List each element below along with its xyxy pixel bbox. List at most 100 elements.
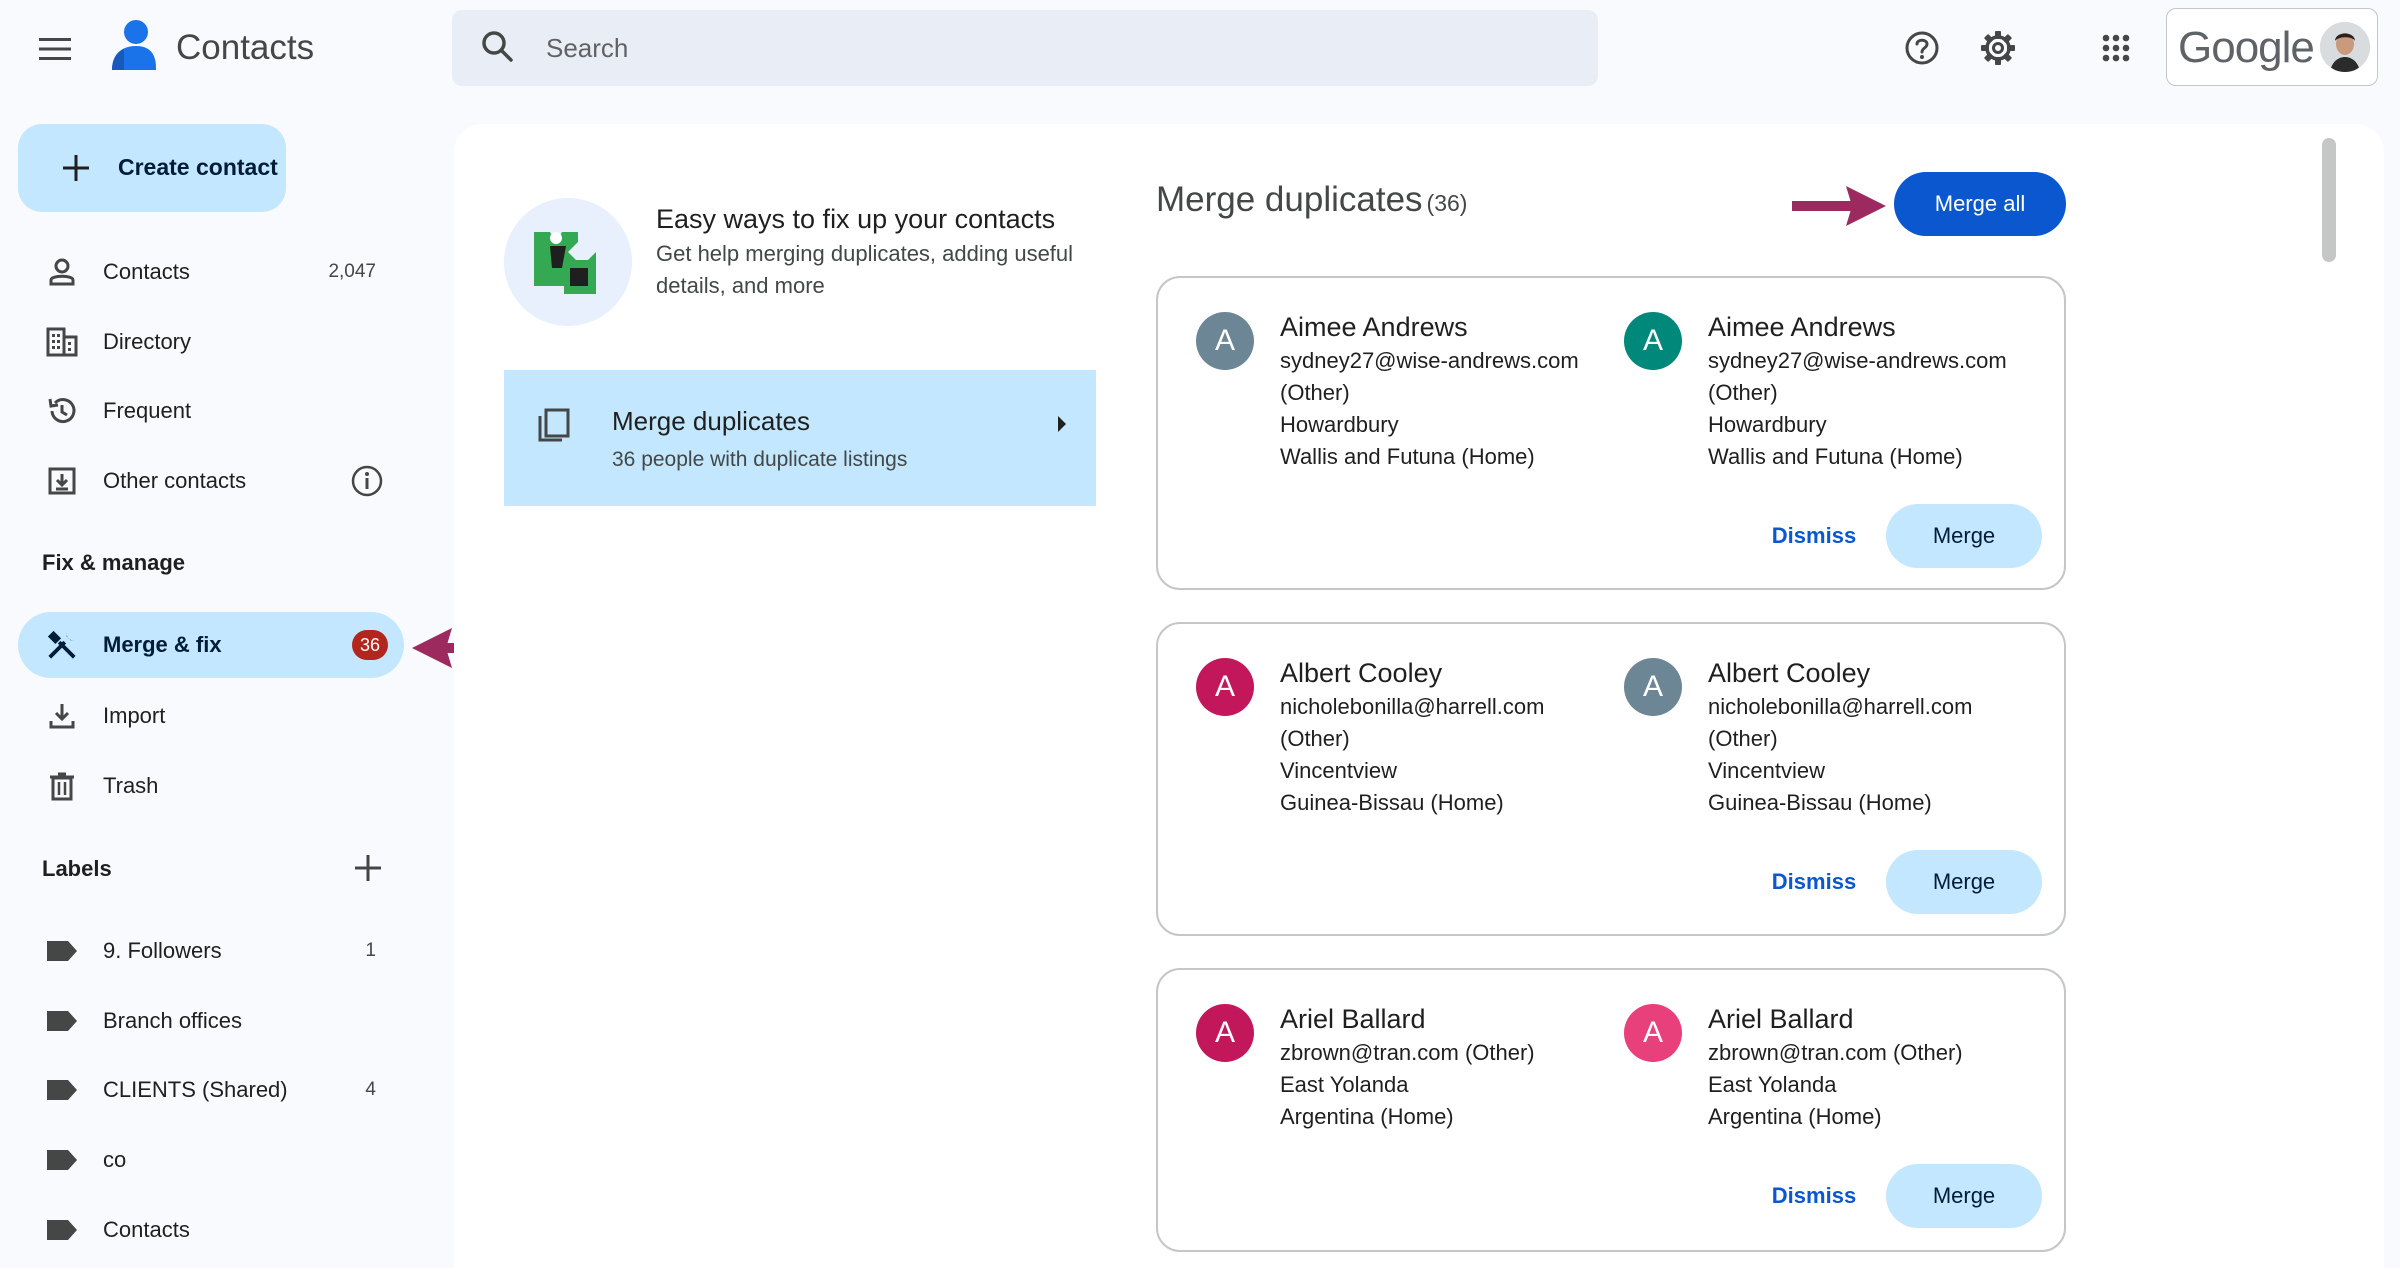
contact-detail: sydney27@wise-andrews.com xyxy=(1708,348,2007,373)
sidebar-item-label: Import xyxy=(103,703,166,728)
app-title: Contacts xyxy=(176,28,315,67)
sidebar-item-label: Merge & fix xyxy=(103,632,222,657)
sidebar-item-label: Directory xyxy=(103,329,192,354)
settings-icon[interactable] xyxy=(1976,26,2020,70)
scrollbar-thumb[interactable] xyxy=(2322,138,2336,262)
menu-icon[interactable] xyxy=(30,24,80,74)
contact-detail: Guinea-Bissau (Home) xyxy=(1280,790,1504,815)
download-box-icon xyxy=(46,465,78,497)
label-item-followers[interactable]: 9. Followers 1 xyxy=(18,918,404,984)
sidebar-item-directory[interactable]: Directory xyxy=(18,309,404,375)
label-name: Contacts xyxy=(103,1217,190,1242)
help-icon[interactable] xyxy=(1900,26,1944,70)
contact-detail: Vincentview xyxy=(1280,758,1397,783)
label-name: CLIENTS (Shared) xyxy=(103,1077,288,1102)
merge-count-badge: 36 xyxy=(352,630,388,660)
label-item-contacts[interactable]: Contacts xyxy=(18,1197,404,1263)
contact-detail: Argentina (Home) xyxy=(1280,1104,1454,1129)
contact-name: Albert Cooley xyxy=(1280,658,1443,688)
contact-detail: East Yolanda xyxy=(1708,1072,1837,1097)
contact-detail: sydney27@wise-andrews.com xyxy=(1280,348,1579,373)
info-icon[interactable] xyxy=(350,464,384,498)
create-contact-label: Create contact xyxy=(118,154,278,180)
contact-detail: Guinea-Bissau (Home) xyxy=(1708,790,1932,815)
create-contact-button[interactable]: Create contact xyxy=(18,124,286,212)
sidebar-item-trash[interactable]: Trash xyxy=(18,753,404,819)
contact-name: Ariel Ballard xyxy=(1708,1004,1854,1034)
label-count: 4 xyxy=(365,1079,376,1100)
sidebar-item-other-contacts[interactable]: Other contacts xyxy=(18,448,404,514)
contacts-logo-icon xyxy=(106,18,160,76)
contact-name: Albert Cooley xyxy=(1708,658,1871,688)
promo-description: Get help merging duplicates, adding usef… xyxy=(656,241,1074,298)
top-app-bar: Contacts Google xyxy=(0,0,2400,96)
scrollbar-track[interactable] xyxy=(2318,130,2338,1268)
contact-detail: Howardbury xyxy=(1708,412,1827,437)
merge-duplicates-card-subtitle: 36 people with duplicate listings xyxy=(612,448,908,471)
contacts-count: 2,047 xyxy=(328,261,376,282)
contact-detail: (Other) xyxy=(1708,380,1778,405)
contact-avatar: A xyxy=(1624,312,1682,370)
contact-name: Aimee Andrews xyxy=(1280,312,1468,342)
dismiss-button[interactable]: Dismiss xyxy=(1752,504,1876,568)
contact-name: Aimee Andrews xyxy=(1708,312,1896,342)
contact-detail: zbrown@tran.com (Other) xyxy=(1280,1040,1535,1065)
chevron-right-icon xyxy=(1050,412,1074,436)
contact-detail: Wallis and Futuna (Home) xyxy=(1280,444,1535,469)
sidebar-item-merge-fix[interactable]: Merge & fix xyxy=(18,612,404,678)
labels-heading: Labels xyxy=(42,856,112,881)
contact-detail: zbrown@tran.com (Other) xyxy=(1708,1040,1963,1065)
label-icon xyxy=(46,1074,78,1106)
contact-avatar: A xyxy=(1196,658,1254,716)
contact-detail: (Other) xyxy=(1708,726,1778,751)
sidebar-item-frequent[interactable]: Frequent xyxy=(18,378,404,444)
label-count: 1 xyxy=(365,940,376,961)
merge-button[interactable]: Merge xyxy=(1886,504,2042,568)
label-name: Branch offices xyxy=(103,1008,243,1033)
contact-detail: nicholebonilla@harrell.com xyxy=(1708,694,1973,719)
sidebar-item-label: Frequent xyxy=(103,398,192,423)
label-icon xyxy=(46,935,78,967)
label-item-branch-offices[interactable]: Branch offices xyxy=(18,988,404,1054)
label-icon xyxy=(46,1144,78,1176)
dismiss-button[interactable]: Dismiss xyxy=(1752,850,1876,914)
merge-duplicates-title: Merge duplicates xyxy=(1156,180,1423,219)
contact-detail: Wallis and Futuna (Home) xyxy=(1708,444,1963,469)
merge-duplicates-card[interactable]: Merge duplicates 36 people with duplicat… xyxy=(504,370,1096,506)
label-icon xyxy=(46,1005,78,1037)
contact-detail: Howardbury xyxy=(1280,412,1399,437)
label-item-clients-shared[interactable]: CLIENTS (Shared) 4 xyxy=(18,1057,404,1123)
contact-avatar: A xyxy=(1196,1004,1254,1062)
merge-duplicates-card-title: Merge duplicates xyxy=(612,406,810,436)
history-icon xyxy=(46,395,78,427)
trash-icon xyxy=(46,770,78,802)
promo-title: Easy ways to fix up your contacts xyxy=(656,204,1056,234)
search-input[interactable] xyxy=(546,26,1546,70)
sidebar-item-label: Other contacts xyxy=(103,468,247,493)
add-label-icon[interactable] xyxy=(350,850,386,886)
contact-detail: Vincentview xyxy=(1708,758,1825,783)
apps-grid-icon[interactable] xyxy=(2094,26,2138,70)
merge-button[interactable]: Merge xyxy=(1886,1164,2042,1228)
fix-manage-heading: Fix & manage xyxy=(42,550,186,575)
duplicate-group: A Ariel Ballard zbrown@tran.com (Other) … xyxy=(1156,968,2066,1252)
copy-icon xyxy=(534,406,572,444)
dismiss-button[interactable]: Dismiss xyxy=(1752,1164,1876,1228)
contact-detail: (Other) xyxy=(1280,726,1350,751)
sidebar-item-contacts[interactable]: Contacts 2,047 xyxy=(18,239,404,305)
label-icon xyxy=(46,1214,78,1246)
merge-button[interactable]: Merge xyxy=(1886,850,2042,914)
search-icon[interactable] xyxy=(478,27,518,67)
contact-avatar: A xyxy=(1624,658,1682,716)
annotation-arrow-right-icon xyxy=(1790,184,1886,233)
sidebar-item-import[interactable]: Import xyxy=(18,683,404,749)
duplicate-group: A Aimee Andrews sydney27@wise-andrews.co… xyxy=(1156,276,2066,590)
merge-all-button[interactable]: Merge all xyxy=(1894,172,2066,236)
contact-name: Ariel Ballard xyxy=(1280,1004,1426,1034)
plus-icon xyxy=(60,152,92,184)
sidebar-item-label: Contacts xyxy=(103,259,190,284)
building-icon xyxy=(46,326,78,358)
label-item-co[interactable]: co xyxy=(18,1127,404,1193)
avatar[interactable] xyxy=(2320,22,2370,72)
person-icon xyxy=(46,256,78,288)
